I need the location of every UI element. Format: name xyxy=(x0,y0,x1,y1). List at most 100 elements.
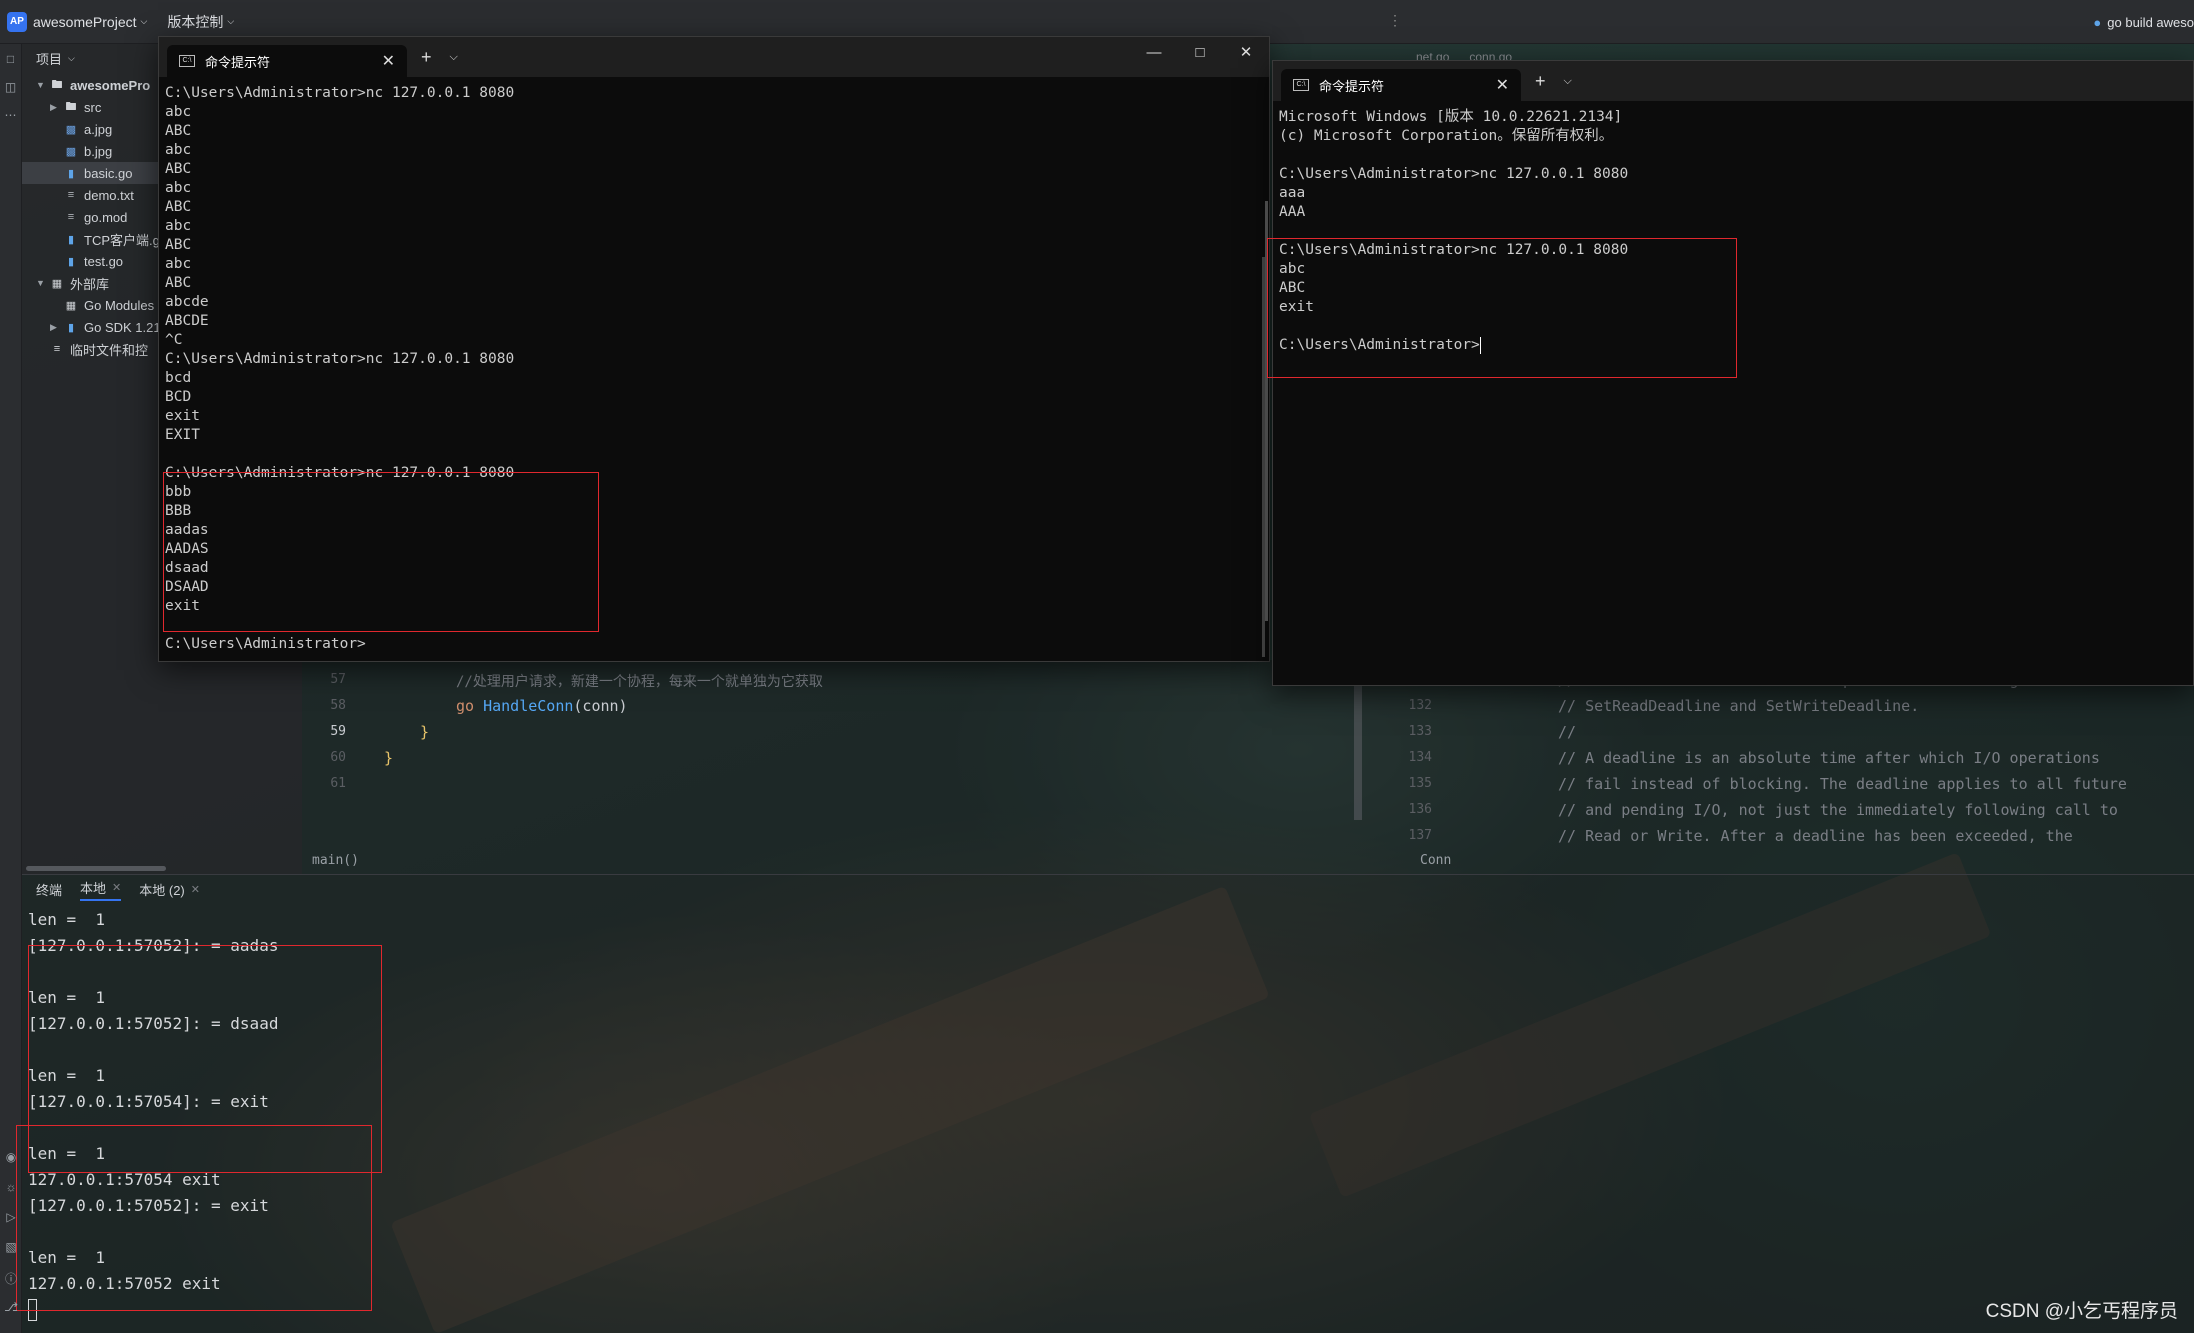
problems-icon[interactable]: ⓘ xyxy=(0,1270,22,1300)
output-line: BCD xyxy=(165,389,192,405)
maximize-icon[interactable]: □ xyxy=(1177,37,1223,69)
horizontal-scrollbar[interactable] xyxy=(26,866,166,871)
code-line: go HandleConn(conn) xyxy=(456,697,628,715)
chevron-down-icon[interactable]: ⌵ xyxy=(1564,75,1572,88)
chevron-right-icon: ▶ xyxy=(50,321,57,332)
output-line: abcde xyxy=(165,294,209,310)
highlight-box xyxy=(163,472,599,632)
breadcrumb[interactable]: Conn xyxy=(1420,853,1451,868)
sdk-icon: ▮ xyxy=(67,321,75,334)
cmd-tab[interactable]: C:\ 命令提示符 ✕ xyxy=(1281,69,1521,101)
cmd-tab[interactable]: C:\ 命令提示符 ✕ xyxy=(167,45,407,77)
output-line: ABC xyxy=(165,199,192,215)
code-editor[interactable]: 57 58 59 60 61 //处理用户请求，新建一个协程，每来一个就单独为它… xyxy=(302,660,2194,874)
breadcrumb[interactable]: main() xyxy=(312,853,359,868)
line-number: 132 xyxy=(1408,698,1432,713)
cmd-title-bar[interactable]: C:\ 命令提示符 ✕ + ⌵ xyxy=(1273,61,2193,101)
run-config-selector[interactable]: ● go build aweso xyxy=(2093,0,2194,44)
code-line: // Read or Write. After a deadline has b… xyxy=(1558,827,2073,845)
cmd-title-bar[interactable]: C:\ 命令提示符 ✕ + ⌵ — □ ✕ xyxy=(159,37,1269,77)
output-line: abc xyxy=(165,256,192,272)
vcs-menu[interactable]: 版本控制 ⌵ xyxy=(167,12,234,32)
line-number: 58 xyxy=(330,698,346,713)
new-tab-icon[interactable]: + xyxy=(1535,71,1546,92)
line-number: 135 xyxy=(1408,776,1432,791)
services-icon[interactable]: ◉ xyxy=(0,1150,22,1180)
image-file-icon: ▩ xyxy=(65,145,77,158)
highlight-box xyxy=(16,1125,372,1311)
more-icon[interactable]: ⋯ xyxy=(4,108,18,122)
close-icon[interactable]: ✕ xyxy=(191,883,200,896)
close-icon[interactable]: ✕ xyxy=(1223,37,1269,69)
terminal-panel: 终端 本地 ✕ 本地 (2) ✕ len = 1 [127.0.0.1:57052]:… xyxy=(16,874,2194,1333)
new-tab-icon[interactable]: + xyxy=(421,47,432,68)
cmd-tab-title: 命令提示符 xyxy=(1319,78,1385,94)
chevron-down-icon: ⌵ xyxy=(140,16,148,26)
line-number: 133 xyxy=(1408,724,1432,739)
chevron-down-icon[interactable]: ⌵ xyxy=(450,51,458,64)
close-tab-icon[interactable]: ✕ xyxy=(382,51,395,71)
code-line: } xyxy=(420,723,430,741)
image-file-icon: ▩ xyxy=(65,123,77,136)
watermark: CSDN @小乞丐程序员 xyxy=(1985,1301,2178,1322)
project-name: awesomeProject xyxy=(33,13,137,30)
tab-local-2[interactable]: 本地 (2) ✕ xyxy=(139,880,200,899)
structure-icon[interactable]: ◫ xyxy=(4,80,18,94)
chevron-right-icon: ▶ xyxy=(50,101,57,112)
tree-label: Go Modules xyxy=(84,297,155,313)
close-icon[interactable]: ✕ xyxy=(112,881,121,894)
bottom-tool-strip: ◉ ☼ ▷ ▧ ⓘ ⎇ xyxy=(0,1150,22,1330)
line-number: 60 xyxy=(330,750,346,765)
cmd-tab-title: 命令提示符 xyxy=(205,54,271,70)
line-number: 61 xyxy=(330,776,346,791)
minimize-icon[interactable]: — xyxy=(1131,37,1177,69)
output-line: C:\Users\Administrator>nc 127.0.0.1 8080 xyxy=(1279,166,1629,182)
folder-icon: 🖿 xyxy=(51,78,63,91)
output-line: C:\Users\Administrator> xyxy=(165,636,366,652)
terminal-icon: C:\ xyxy=(179,55,195,67)
run-icon[interactable]: ▷ xyxy=(0,1210,22,1240)
terminal-tabs: 终端 本地 ✕ 本地 (2) ✕ xyxy=(22,875,2194,903)
output-line: EXIT xyxy=(165,427,200,443)
vcs-menu-label: 版本控制 xyxy=(167,13,224,30)
project-badge: AP xyxy=(7,11,27,32)
library-icon: ▦ xyxy=(65,299,77,312)
close-tab-icon[interactable]: ✕ xyxy=(1496,75,1509,95)
output-line: ABC xyxy=(165,123,192,139)
output-line: Microsoft Windows [版本 10.0.22621.2134] xyxy=(1279,109,1623,125)
chevron-down-icon: ⌵ xyxy=(68,52,75,63)
folder-icon[interactable]: □ xyxy=(4,52,18,66)
output-line: ABCDE xyxy=(165,313,209,329)
tab-local[interactable]: 本地 ✕ xyxy=(80,878,122,901)
more-icon[interactable]: ⋮ xyxy=(1388,12,1402,29)
line-number: 59 xyxy=(330,724,346,739)
output-line: C:\Users\Administrator>nc 127.0.0.1 8080 xyxy=(165,85,515,101)
tree-label: go.mod xyxy=(84,209,128,225)
git-icon[interactable]: ⎇ xyxy=(0,1300,22,1330)
tree-label: 外部库 xyxy=(70,276,110,292)
terminal-title: 终端 xyxy=(36,880,62,899)
code-line: // A deadline is an absolute time after … xyxy=(1558,749,2100,767)
project-switcher[interactable]: awesomeProject ⌵ xyxy=(33,14,147,30)
tree-label: test.go xyxy=(84,253,124,269)
output-line: ABC xyxy=(165,275,192,291)
tree-label: TCP客户端.g xyxy=(84,232,160,248)
output-line: abc xyxy=(165,142,192,158)
line-number: 57 xyxy=(330,672,346,687)
code-line: //处理用户请求，新建一个协程，每来一个就单独为它获取 xyxy=(456,674,823,690)
chevron-down-icon: ▼ xyxy=(36,278,45,288)
code-line: } xyxy=(384,749,394,767)
line-number: 137 xyxy=(1408,828,1432,843)
debug-icon[interactable]: ☼ xyxy=(0,1180,22,1210)
code-line: // fail instead of blocking. The deadlin… xyxy=(1558,775,2127,793)
line-number: 134 xyxy=(1408,750,1432,765)
window-controls: — □ ✕ xyxy=(1131,37,1269,69)
terminal-icon[interactable]: ▧ xyxy=(0,1240,22,1270)
folder-icon: 🖿 xyxy=(65,100,77,113)
line-number: 136 xyxy=(1408,802,1432,817)
output-line: (c) Microsoft Corporation。保留所有权利。 xyxy=(1279,128,1614,144)
project-panel-title: 项目 xyxy=(36,51,63,67)
tree-label: awesomePro xyxy=(70,77,151,93)
output-line: aaa xyxy=(1279,185,1306,201)
